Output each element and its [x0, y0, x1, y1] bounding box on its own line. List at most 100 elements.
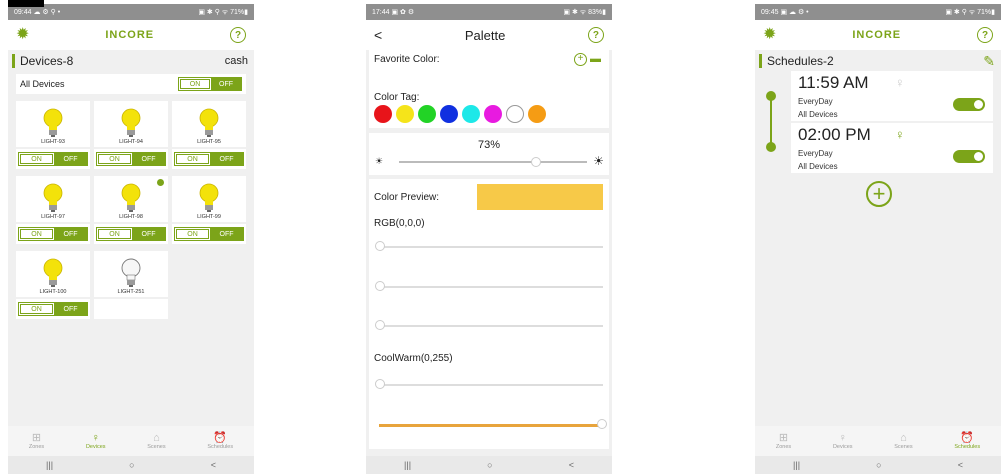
device-card[interactable]: LIGHT-98 ON OFF [94, 176, 168, 246]
recent-apps-button[interactable]: ||| [793, 460, 800, 470]
help-icon[interactable]: ? [587, 27, 604, 43]
device-card[interactable]: LIGHT-99 ON OFF [172, 176, 246, 246]
scenes-icon: ⌂ [900, 432, 907, 444]
red-knob[interactable] [375, 241, 385, 251]
add-schedule-button[interactable]: + [866, 181, 892, 207]
clock-icon: ⏰ [960, 432, 975, 444]
color-tag-row [374, 105, 546, 123]
red-slider[interactable] [379, 246, 603, 248]
device-card[interactable]: LIGHT-95 ON OFF [172, 101, 246, 171]
nav-zones[interactable]: ⊞ Zones [29, 432, 44, 450]
off-button[interactable]: OFF [210, 153, 243, 165]
back-button[interactable]: < [569, 460, 574, 470]
coolwarm-knob[interactable] [375, 379, 385, 389]
sun-low-icon: ☀ [375, 156, 384, 166]
off-button[interactable]: OFF [210, 228, 243, 240]
app-bar: ✹ INCORE ? [8, 20, 254, 50]
warm-slider[interactable] [379, 424, 601, 427]
device-toggle: ON OFF [96, 152, 166, 166]
gear-icon[interactable]: ✹ [16, 27, 29, 43]
status-left: 17:44 ▣ ✿ ⚙ [372, 9, 415, 16]
nav-devices[interactable]: ♀ Devices [86, 432, 106, 450]
schedule-card[interactable]: 11:59 AM ♀ EveryDay All Devices [791, 71, 993, 121]
device-card[interactable]: LIGHT-251 [94, 251, 168, 321]
warm-knob[interactable] [597, 419, 607, 429]
device-card[interactable]: LIGHT-97 ON OFF [16, 176, 90, 246]
brightness-value: 73% [477, 139, 501, 151]
back-arrow-icon[interactable]: < [374, 27, 382, 43]
off-button[interactable]: OFF [54, 228, 87, 240]
schedule-time: 02:00 PM [798, 125, 871, 144]
brightness-slider[interactable] [399, 161, 587, 163]
edit-pencil-icon[interactable]: ✎ [983, 53, 995, 70]
page-title: Palette [464, 27, 506, 43]
color-tag-swatch[interactable] [418, 105, 436, 123]
color-tag-swatch[interactable] [440, 105, 458, 123]
schedule-card[interactable]: 02:00 PM ♀ EveryDay All Devices [791, 123, 993, 173]
back-button[interactable]: < [211, 460, 216, 470]
off-button[interactable]: OFF [54, 303, 87, 315]
green-knob[interactable] [375, 281, 385, 291]
device-toggle: ON OFF [174, 152, 244, 166]
bulb-icon [43, 258, 63, 287]
device-name: LIGHT-97 [41, 214, 65, 220]
blue-slider[interactable] [379, 325, 603, 327]
off-button[interactable]: OFF [211, 78, 241, 90]
green-slider[interactable] [379, 286, 603, 288]
color-tag-swatch[interactable] [506, 105, 524, 123]
on-button[interactable]: ON [176, 154, 209, 164]
home-button[interactable]: ○ [487, 460, 492, 470]
color-preview-swatch [477, 184, 603, 210]
trash-icon[interactable]: ▬ [590, 53, 601, 65]
on-button[interactable]: ON [98, 229, 131, 239]
schedule-time: 11:59 AM [798, 73, 869, 92]
on-button[interactable]: ON [98, 154, 131, 164]
device-card[interactable]: LIGHT-100 ON OFF [16, 251, 90, 321]
schedule-target: All Devices [798, 162, 838, 171]
schedule-switch[interactable] [953, 98, 985, 111]
nav-schedules[interactable]: ⏰ Schedules [954, 432, 980, 450]
device-toggle-empty [94, 299, 168, 319]
nav-scenes[interactable]: ⌂ Scenes [147, 432, 165, 450]
add-favorite-icon[interactable]: + [574, 53, 587, 66]
on-button[interactable]: ON [20, 154, 53, 164]
on-button[interactable]: ON [20, 304, 53, 314]
gear-icon[interactable]: ✹ [763, 27, 776, 43]
schedule-switch[interactable] [953, 150, 985, 163]
recent-apps-button[interactable]: ||| [404, 460, 411, 470]
brand-logo: INCORE [852, 29, 902, 41]
app-bar: < Palette ? [366, 20, 612, 50]
on-button[interactable]: ON [180, 79, 210, 89]
color-tag-swatch[interactable] [396, 105, 414, 123]
color-tag-swatch[interactable] [462, 105, 480, 123]
color-tag-swatch[interactable] [528, 105, 546, 123]
back-button[interactable]: < [958, 460, 963, 470]
bulb-nav-icon: ♀ [91, 432, 100, 444]
nav-scenes[interactable]: ⌂ Scenes [894, 432, 912, 450]
nav-label: Zones [28, 444, 45, 450]
help-icon[interactable]: ? [230, 27, 246, 43]
nav-schedules[interactable]: ⏰ Schedules [207, 432, 233, 450]
help-icon[interactable]: ? [977, 27, 993, 43]
off-button[interactable]: OFF [132, 228, 165, 240]
device-card[interactable]: LIGHT-93 ON OFF [16, 101, 90, 171]
cash-label[interactable]: cash [225, 55, 248, 67]
bulb-off-icon [121, 258, 141, 287]
brightness-knob[interactable] [531, 157, 542, 167]
home-button[interactable]: ○ [129, 460, 134, 470]
blue-knob[interactable] [375, 320, 385, 330]
color-tag-swatch[interactable] [484, 105, 502, 123]
home-button[interactable]: ○ [876, 460, 881, 470]
on-button[interactable]: ON [176, 229, 209, 239]
nav-devices[interactable]: ♀ Devices [833, 432, 853, 450]
recent-apps-button[interactable]: ||| [46, 460, 53, 470]
all-devices-toggle: ON OFF [178, 77, 242, 91]
device-card[interactable]: LIGHT-94 ON OFF [94, 101, 168, 171]
off-button[interactable]: OFF [132, 153, 165, 165]
color-tag-swatch[interactable] [374, 105, 392, 123]
on-button[interactable]: ON [20, 229, 53, 239]
nav-zones[interactable]: ⊞ Zones [776, 432, 791, 450]
nav-label: Schedules [954, 444, 981, 450]
off-button[interactable]: OFF [54, 153, 87, 165]
coolwarm-slider[interactable] [379, 384, 603, 386]
